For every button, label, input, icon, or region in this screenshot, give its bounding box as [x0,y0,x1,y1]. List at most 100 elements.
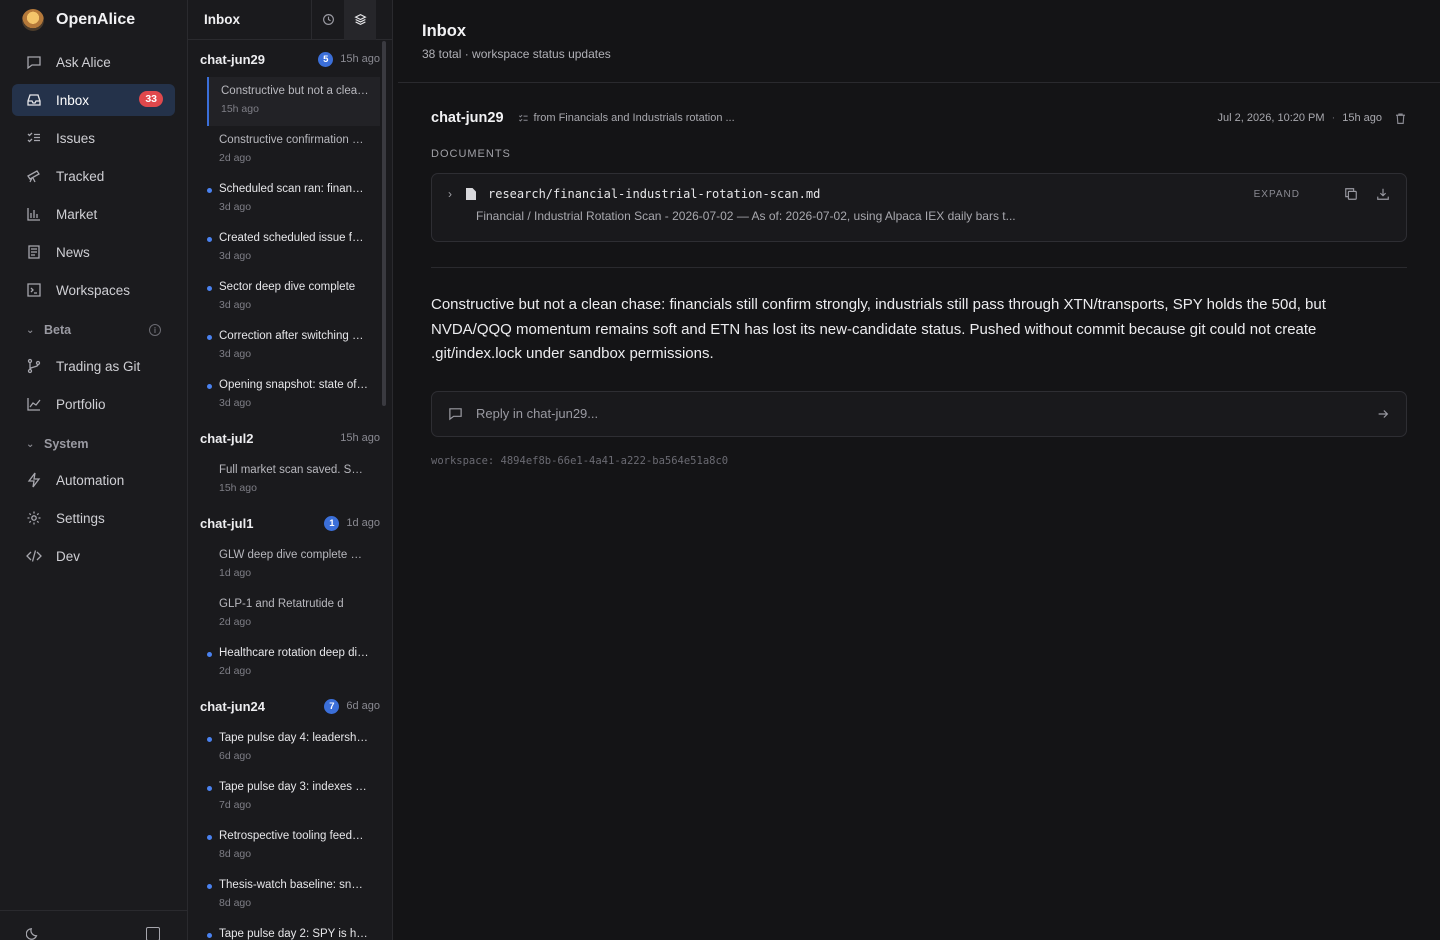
inbox-item[interactable]: Full market scan saved. Summary 15h ago [207,456,380,505]
section-label: Beta [44,323,72,337]
inbox-item-time: 15h ago [221,103,259,115]
main-nav: Ask Alice Inbox 33 Issues Tracked Market [0,40,187,572]
thread-group-header[interactable]: chat-jun29 5 15h ago [188,41,380,77]
sidebar-footer [0,910,187,940]
nav-item-settings[interactable]: Settings [12,502,175,534]
expand-button[interactable]: EXPAND [1254,189,1300,200]
nav-item-tracked[interactable]: Tracked [12,160,175,192]
nav-item-market[interactable]: Market [12,198,175,230]
unread-dot [207,384,212,389]
inbox-item-title: Created scheduled issue for weekly scan [219,232,369,244]
message-relative-time: 15h ago [1342,112,1382,124]
unread-dot [207,933,212,938]
message-source[interactable]: from Financials and Industrials rotation… [518,112,735,124]
thread-name: chat-jul1 [200,515,254,531]
nav-item-portfolio[interactable]: Portfolio [12,388,175,420]
section-system[interactable]: ⌄ System [12,430,175,458]
inbox-item-title: Tape pulse day 3: indexes mixed [219,781,369,793]
code-icon [26,548,42,564]
clock-icon[interactable] [312,0,344,40]
inbox-item[interactable]: Correction after switching data source 3d… [207,322,380,371]
section-beta[interactable]: ⌄ Beta i [12,316,175,344]
git-branch-icon [26,358,42,374]
send-arrow-icon[interactable] [1376,407,1390,421]
collapse-sidebar-icon[interactable] [146,927,160,940]
inbox-list-scroll[interactable]: chat-jun29 5 15h ago Constructive but not a… [188,41,380,940]
inbox-item[interactable]: Scheduled scan ran: financials 3d ago [207,175,380,224]
inbox-item-time: 3d ago [219,348,252,360]
document-card[interactable]: › research/financial-industrial-rotation… [431,173,1407,242]
unread-dot [207,835,212,840]
copy-icon[interactable] [1344,187,1358,201]
inbox-item[interactable]: Tape pulse day 2: SPY is holding8d ago [207,920,380,940]
inbox-item-time: 3d ago [219,299,252,311]
inbox-item-title: Correction after switching data source [219,330,369,342]
inbox-item-time: 2d ago [219,665,252,677]
moon-icon[interactable] [26,927,40,940]
inbox-item-time: 7d ago [219,799,252,811]
inbox-item[interactable]: Tape pulse day 4: leadership narrows 6d a… [207,724,380,773]
nav-label: Inbox [56,92,90,108]
message-chat-name[interactable]: chat-jun29 [431,110,504,126]
page-subtitle: 38 total · workspace status updates [422,47,611,61]
unread-dot [207,652,212,657]
chevron-right-icon[interactable]: › [448,187,452,201]
message-pane: Inbox 38 total · workspace status update… [393,0,1440,940]
inbox-item[interactable]: Healthcare rotation deep dive 2d ago [207,639,380,688]
nav-item-automation[interactable]: Automation [12,464,175,496]
nav-item-workspaces[interactable]: Workspaces [12,274,175,306]
inbox-item[interactable]: Opening snapshot: state of market 3d ago [207,371,380,420]
inbox-item[interactable]: GLP-1 and Retatrutide d 2d ago [207,590,380,639]
unread-dot [207,884,212,889]
thread-time: 1d ago [346,517,380,529]
alice-logo-icon [22,9,44,31]
unread-dot [207,237,212,242]
separator-dot: · [1331,112,1336,124]
nav-label: Portfolio [56,396,106,412]
download-icon[interactable] [1376,187,1390,201]
inbox-item-time: 2d ago [219,152,252,164]
thread-group-header[interactable]: chat-jun24 7 6d ago [188,688,380,724]
nav-label: Ask Alice [56,54,111,70]
unread-dot [207,286,212,291]
message-pane-header: Inbox 38 total · workspace status update… [398,0,1440,83]
nav-label: News [56,244,90,260]
nav-label: Dev [56,548,81,564]
nav-item-inbox[interactable]: Inbox 33 [12,84,175,116]
nav-item-trading-as-git[interactable]: Trading as Git [12,350,175,382]
inbox-item-title: Sector deep dive complete [219,281,356,293]
inbox-item[interactable]: GLW deep dive complete with thesis 1d ago [207,541,380,590]
inbox-item[interactable]: Thesis-watch baseline: snapshot 8d ago [207,871,380,920]
nav-label: Workspaces [56,282,131,298]
inbox-item-title: Tape pulse day 2: SPY is holding [219,928,369,940]
nav-item-dev[interactable]: Dev [12,540,175,572]
trash-icon[interactable] [1394,112,1407,125]
workspace-id: workspace: 4894ef8b-66e1-4a41-a222-ba564… [431,454,729,467]
thread-group-header[interactable]: chat-jul2 15h ago [188,420,380,456]
nav-item-news[interactable]: News [12,236,175,268]
inbox-item[interactable]: Sector deep dive complete 3d ago [207,273,380,322]
inbox-item[interactable]: Constructive confirmation of sector rota… [207,126,380,175]
brand[interactable]: OpenAlice [0,0,187,40]
newspaper-icon [26,244,42,260]
thread-name: chat-jul2 [200,430,254,446]
inbox-item[interactable]: Constructive but not a clean chase: fina… [207,77,380,126]
document-path[interactable]: research/financial-industrial-rotation-s… [488,187,820,201]
unread-count-badge: 5 [318,51,334,67]
list-scrollbar[interactable] [382,41,386,406]
reply-placeholder: Reply in chat-jun29... [476,406,599,421]
nav-item-ask-alice[interactable]: Ask Alice [12,46,175,78]
reply-input[interactable]: Reply in chat-jun29... [431,390,1407,437]
inbox-item[interactable]: Retrospective tooling feedback 8d ago [207,822,380,871]
inbox-item-time: 6d ago [219,750,252,762]
info-icon[interactable]: i [149,324,161,336]
nav-label: Trading as Git [56,358,141,374]
nav-item-issues[interactable]: Issues [12,122,175,154]
inbox-item[interactable]: Created scheduled issue for weekly scan 3… [207,224,380,273]
terminal-icon [26,282,42,298]
unread-dot [207,737,212,742]
thread-group-header[interactable]: chat-jul1 1 1d ago [188,505,380,541]
inbox-item[interactable]: Tape pulse day 3: indexes mixed 7d ago [207,773,380,822]
layers-icon[interactable] [344,0,376,40]
inbox-item-title: Constructive but not a clean chase: fina… [221,85,371,97]
